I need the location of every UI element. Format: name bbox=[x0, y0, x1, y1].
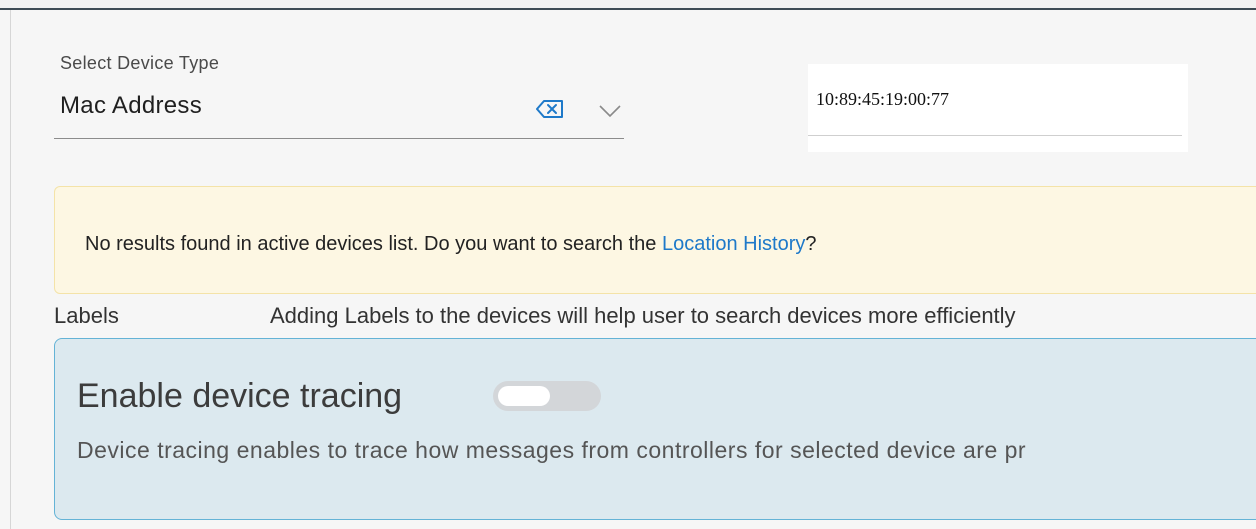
location-history-link[interactable]: Location History bbox=[662, 233, 805, 255]
tracing-description: Device tracing enables to trace how mess… bbox=[77, 437, 1027, 463]
labels-hint: Adding Labels to the devices will help u… bbox=[270, 303, 1016, 328]
no-results-alert: No results found in active devices list.… bbox=[54, 186, 1256, 294]
device-type-label: Select Device Type bbox=[60, 53, 220, 73]
mac-address-input[interactable] bbox=[808, 64, 1182, 136]
backspace-clear-icon[interactable] bbox=[532, 94, 568, 124]
toggle-knob bbox=[498, 386, 550, 406]
chevron-down-icon[interactable] bbox=[592, 96, 628, 126]
device-type-value[interactable]: Mac Address bbox=[60, 92, 202, 120]
left-border bbox=[10, 10, 11, 529]
labels-row: Labels Adding Labels to the devices will… bbox=[54, 303, 1244, 333]
device-type-select[interactable]: Select Device Type Mac Address bbox=[54, 50, 624, 139]
top-border bbox=[0, 0, 1256, 10]
device-tracing-panel: Enable device tracing Device tracing ena… bbox=[54, 338, 1256, 520]
mac-address-field bbox=[808, 64, 1188, 152]
labels-label: Labels bbox=[54, 303, 119, 328]
tracing-title: Enable device tracing bbox=[77, 377, 403, 415]
alert-text: No results found in active devices list.… bbox=[85, 233, 816, 256]
alert-message: No results found in active devices list.… bbox=[85, 233, 662, 255]
alert-suffix: ? bbox=[805, 233, 817, 255]
tracing-toggle[interactable] bbox=[493, 381, 601, 411]
